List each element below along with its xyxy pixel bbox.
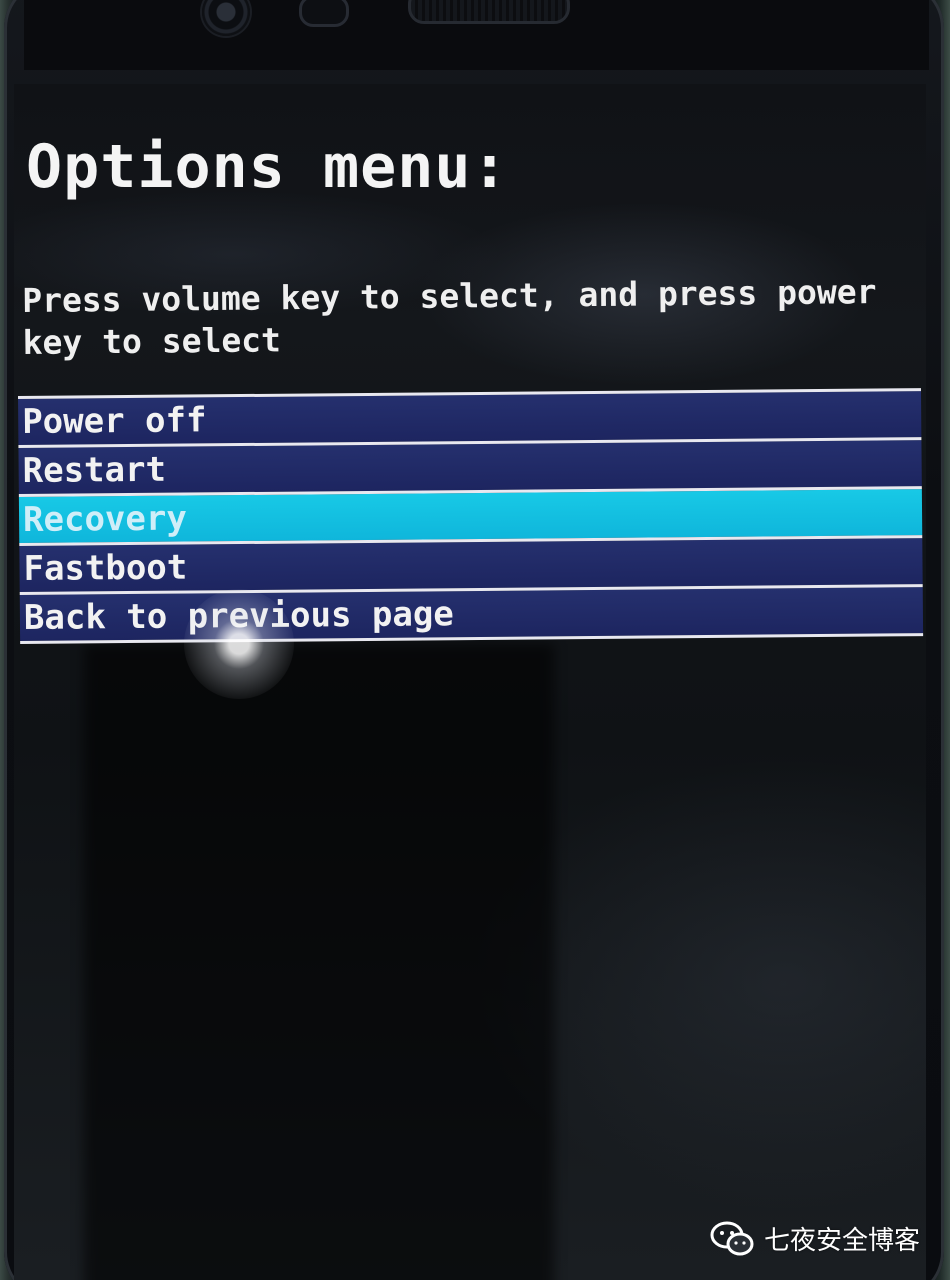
phone-screen: Options menu: Press volume key to select… xyxy=(14,84,926,1280)
instructions-text: Press volume key to select, and press po… xyxy=(22,272,877,362)
menu-item-power-off[interactable]: Power off xyxy=(18,388,922,445)
menu-item-back[interactable]: Back to previous page xyxy=(19,584,924,644)
menu-item-fastboot[interactable]: Fastboot xyxy=(19,535,923,592)
watermark-text: 七夜安全博客 xyxy=(763,1226,920,1256)
menu-item-restart[interactable]: Restart xyxy=(18,437,922,494)
watermark: 七夜安全博客 xyxy=(710,1220,920,1257)
light-glare xyxy=(184,589,294,699)
menu-item-recovery[interactable]: Recovery xyxy=(18,486,923,543)
screen-reflection xyxy=(84,644,554,1280)
options-menu: Power off Restart Recovery Fastboot Back… xyxy=(18,388,924,644)
front-camera-icon xyxy=(202,0,250,36)
wechat-icon xyxy=(710,1221,754,1257)
proximity-sensor-icon xyxy=(299,0,349,27)
photo-frame: Options menu: Press volume key to select… xyxy=(0,0,950,1280)
page-title: Options menu: xyxy=(26,132,509,202)
top-bezel xyxy=(24,0,929,70)
earpiece-speaker-icon xyxy=(408,0,570,24)
